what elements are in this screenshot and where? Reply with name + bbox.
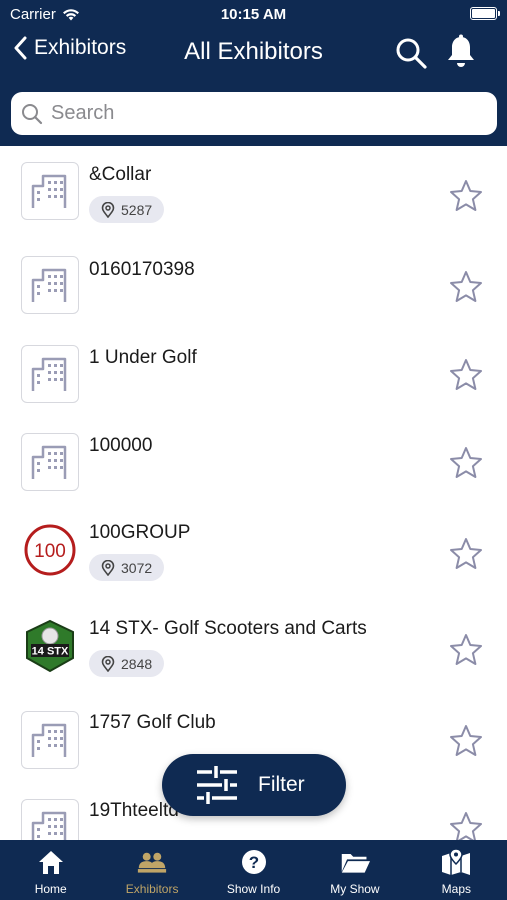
star-icon[interactable]: [448, 723, 484, 759]
home-icon: [38, 851, 63, 874]
list-item[interactable]: 14 STX 14 STX- Golf Scooters and Carts 2…: [0, 600, 507, 696]
header: Carrier 10:15 AM Exhibitors All Exhibito…: [0, 0, 507, 146]
nav-bar: Exhibitors All Exhibitors: [0, 30, 507, 74]
filter-button[interactable]: Filter: [162, 754, 346, 816]
tab-home[interactable]: Home: [0, 840, 101, 900]
list-item[interactable]: 100000: [0, 416, 507, 504]
list-item[interactable]: 100 100GROUP 3072: [0, 504, 507, 600]
bell-icon[interactable]: [444, 34, 478, 70]
list-item[interactable]: 0160170398: [0, 240, 507, 328]
filter-label: Filter: [258, 773, 305, 796]
page-title: All Exhibitors: [184, 38, 323, 65]
star-icon[interactable]: [448, 357, 484, 393]
booth-badge: 2848: [89, 650, 165, 677]
booth-number: 5287: [121, 201, 153, 218]
question-icon: ?: [241, 850, 266, 874]
map-icon: [442, 848, 471, 875]
tab-exhibitors[interactable]: Exhibitors: [101, 840, 202, 900]
svg-text:?: ?: [248, 853, 258, 872]
search-bar[interactable]: [11, 92, 497, 135]
14stx-logo-text: 14 STX: [32, 646, 69, 658]
tab-maps[interactable]: Maps: [406, 840, 507, 900]
14stx-logo: 14 STX: [21, 617, 79, 675]
placeholder-building-icon: [21, 256, 79, 314]
tab-my-show[interactable]: My Show: [304, 840, 405, 900]
star-icon[interactable]: [448, 810, 484, 840]
exhibitor-name: 1757 Golf Club: [89, 712, 216, 733]
placeholder-building-icon: [21, 711, 79, 769]
booth-number: 2848: [121, 655, 153, 672]
star-icon[interactable]: [448, 536, 484, 572]
location-pin-icon: [101, 559, 115, 576]
100group-logo: 100: [21, 521, 79, 579]
booth-number: 3072: [121, 559, 153, 576]
star-icon[interactable]: [448, 178, 484, 214]
placeholder-building-icon: [21, 345, 79, 403]
placeholder-building-icon: [21, 162, 79, 220]
location-pin-icon: [101, 201, 115, 218]
folder-icon: [341, 854, 370, 873]
exhibitor-name: 0160170398: [89, 259, 195, 280]
list-item[interactable]: 1 Under Golf: [0, 328, 507, 416]
status-bar: Carrier 10:15 AM: [0, 0, 507, 28]
sliders-icon: [197, 766, 237, 804]
placeholder-building-icon: [21, 433, 79, 491]
list-item[interactable]: &Collar 5287: [0, 146, 507, 240]
booth-badge: 5287: [89, 196, 165, 223]
battery-icon: [470, 7, 500, 20]
booth-badge: 3072: [89, 554, 165, 581]
location-pin-icon: [101, 655, 115, 672]
tab-label: Show Info: [226, 882, 281, 896]
exhibitors-icon: [137, 852, 167, 873]
tab-show-info[interactable]: ? Show Info: [203, 840, 304, 900]
star-icon[interactable]: [448, 445, 484, 481]
status-time: 10:15 AM: [220, 6, 287, 23]
exhibitor-list: &Collar 5287 0160170398 1 Under Golf 100…: [0, 146, 507, 840]
star-icon[interactable]: [448, 632, 484, 668]
tab-bar: Home Exhibitors ? Show Info My Show Maps: [0, 840, 507, 900]
tab-label: Exhibitors: [125, 882, 179, 896]
search-icon[interactable]: [394, 36, 428, 70]
exhibitor-name: 100GROUP: [89, 522, 191, 543]
tab-label: Maps: [441, 882, 471, 896]
100group-logo-text: 100: [34, 541, 66, 562]
tab-label: Home: [34, 882, 67, 896]
search-icon: [22, 103, 43, 124]
exhibitor-name: 14 STX- Golf Scooters and Carts: [89, 618, 367, 639]
exhibitor-name: 100000: [89, 435, 153, 456]
exhibitor-name: 19Thteeltd: [89, 800, 179, 821]
search-input[interactable]: [51, 102, 471, 125]
tab-label: My Show: [330, 882, 380, 896]
placeholder-building-icon: [21, 799, 79, 840]
exhibitor-name: &Collar: [89, 164, 152, 185]
star-icon[interactable]: [448, 269, 484, 305]
exhibitor-name: 1 Under Golf: [89, 347, 197, 368]
